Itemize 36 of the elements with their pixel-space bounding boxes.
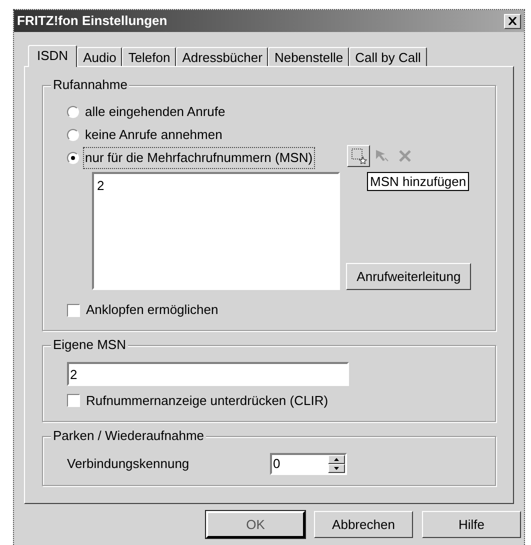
checkbox-label: Rufnummernanzeige unterdrücken (CLIR) — [86, 392, 328, 410]
tab[interactable]: Nebenstelle — [268, 47, 350, 66]
radio-label: nur für die Mehrfachrufnummern (MSN) — [84, 148, 314, 168]
delete-icon — [396, 148, 412, 164]
msn-input-field[interactable]: 2 — [67, 362, 349, 386]
tab[interactable]: Audio — [77, 47, 122, 66]
tab[interactable]: Telefon — [122, 47, 176, 66]
group-label: Parken / Wiederaufnahme — [51, 428, 206, 444]
toolbar-button[interactable] — [347, 145, 370, 167]
dialog-button[interactable]: Abbrechen — [314, 511, 413, 538]
msn-list[interactable]: 2 — [92, 172, 340, 290]
spin-up-icon[interactable] — [328, 454, 345, 464]
spin-field[interactable]: 0 — [270, 452, 347, 474]
cursor-icon — [374, 148, 390, 164]
checkbox[interactable] — [67, 304, 80, 316]
forward-button[interactable]: Anrufweiterleitung — [346, 263, 471, 290]
checkbox[interactable] — [67, 394, 80, 407]
close-button[interactable] — [504, 14, 521, 28]
radio-button[interactable] — [67, 152, 79, 164]
radio-label: alle eingehenden Anrufe — [84, 103, 226, 122]
field-label: Verbindungskennung — [67, 454, 190, 473]
radio-label: keine Anrufe annehmen — [84, 126, 224, 144]
radio-button[interactable] — [67, 106, 79, 118]
group-label: Eigene MSN — [51, 337, 128, 353]
checkbox-label: Anklopfen ermöglichen — [86, 301, 218, 320]
dialog-button[interactable]: OK — [206, 511, 305, 538]
list-item[interactable]: 2 — [97, 176, 336, 196]
tooltip: MSN hinzufügen — [367, 172, 470, 191]
tab[interactable]: ISDN — [28, 45, 78, 67]
dialog-button[interactable]: Hilfe — [422, 511, 521, 538]
window-title: FRITZ!fon Einstellungen — [17, 12, 168, 30]
radio-button[interactable] — [67, 129, 79, 141]
add-item-icon — [350, 148, 366, 164]
tab[interactable]: Adressbücher — [176, 47, 268, 66]
tab[interactable]: Call by Call — [349, 47, 427, 66]
close-icon — [508, 17, 517, 25]
